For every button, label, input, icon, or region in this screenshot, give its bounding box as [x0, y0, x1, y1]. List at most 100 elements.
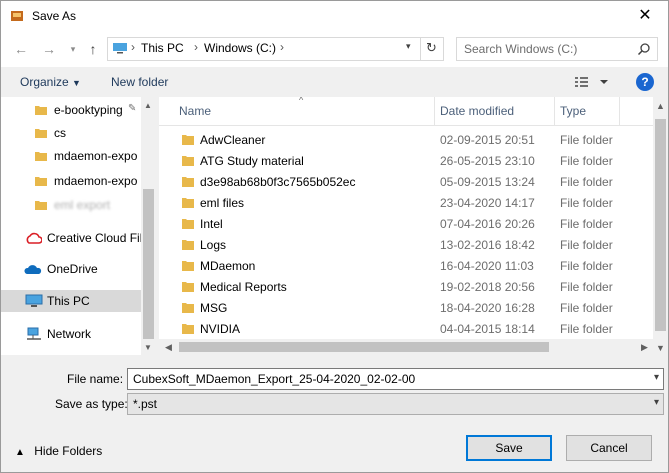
onedrive-icon [24, 265, 42, 274]
address-dropdown-icon[interactable]: ▾ [406, 41, 411, 52]
nav-item-label: Network [47, 327, 92, 341]
file-list-hscrollbar[interactable]: ◀ ▶ [159, 339, 653, 355]
scroll-right-icon[interactable]: ▶ [641, 342, 648, 353]
breadcrumb-separator-icon: › [194, 40, 198, 54]
forward-button[interactable]: → [39, 39, 59, 59]
nav-item-mdaemon-export-2[interactable]: mdaemon-expo [1, 170, 141, 192]
column-divider[interactable] [619, 97, 620, 125]
nav-item-label: This PC [47, 294, 90, 308]
chevron-down-icon[interactable]: ▾ [654, 397, 659, 408]
nav-scroll-thumb[interactable] [143, 189, 154, 339]
up-button[interactable]: ↑ [83, 39, 103, 59]
nav-item-network[interactable]: Network [1, 323, 141, 345]
table-row[interactable]: ATG Study material 26-05-2015 23:10 File f… [159, 150, 653, 171]
save-as-type-select[interactable]: *.pst ▾ [127, 393, 664, 415]
table-row[interactable]: NVIDIA 04-04-2015 18:14 File folder [159, 318, 653, 339]
folder-icon [35, 152, 47, 161]
table-row[interactable]: Logs 13-02-2016 18:42 File folder [159, 234, 653, 255]
nav-item-eml-export[interactable]: eml export [1, 194, 141, 216]
column-date-modified[interactable]: Date modified [440, 104, 514, 118]
file-name-cell: d3e98ab68b0f3c7565b052ec [200, 175, 356, 189]
search-box[interactable]: Search Windows (C:) [456, 37, 658, 61]
arrow-up-icon: ↑ [89, 41, 97, 57]
breadcrumb-this-pc[interactable]: This PC [141, 41, 184, 55]
table-row[interactable]: MSG 18-04-2020 16:28 File folder [159, 297, 653, 318]
table-row[interactable]: eml files 23-04-2020 14:17 File folder [159, 192, 653, 213]
column-name[interactable]: Name [179, 104, 211, 118]
nav-item-mdaemon-export-1[interactable]: mdaemon-expo [1, 145, 141, 167]
new-folder-button[interactable]: New folder [111, 75, 168, 89]
computer-icon [25, 294, 43, 307]
type-cell: File folder [560, 175, 613, 189]
save-as-type-value: *.pst [133, 397, 158, 411]
scroll-up-icon[interactable]: ▲ [144, 101, 152, 110]
type-cell: File folder [560, 322, 613, 336]
table-row[interactable]: Medical Reports 19-02-2018 20:56 File fold… [159, 276, 653, 297]
date-modified-cell: 18-04-2020 16:28 [440, 301, 535, 315]
folder-icon [35, 177, 47, 186]
breadcrumb-separator-icon: › [280, 40, 284, 54]
chevron-down-icon[interactable]: ▾ [654, 372, 659, 383]
window-title: Save As [32, 9, 77, 23]
breadcrumb-windows-c[interactable]: Windows (C:) [204, 41, 276, 55]
nav-item-creative-cloud[interactable]: Creative Cloud Fil [1, 227, 141, 249]
nav-item-label: e-booktyping [54, 103, 123, 117]
file-list-scrollbar[interactable]: ▲ ▼ [653, 97, 668, 355]
hscroll-thumb[interactable] [179, 342, 549, 352]
hide-folders-button[interactable]: ▲ Hide Folders [15, 444, 102, 458]
folder-icon [182, 240, 194, 250]
column-divider[interactable] [554, 97, 555, 125]
scroll-up-icon[interactable]: ▲ [656, 101, 665, 111]
file-name-cell: eml files [200, 196, 245, 210]
column-header: ^ Name Date modified Type [159, 97, 653, 126]
scroll-left-icon[interactable]: ◀ [165, 342, 172, 353]
date-modified-cell: 13-02-2016 18:42 [440, 238, 535, 252]
file-name-label: File name: [67, 372, 124, 386]
table-row[interactable]: Intel 07-04-2016 20:26 File folder [159, 213, 653, 234]
date-modified-cell: 26-05-2015 23:10 [440, 154, 535, 168]
recent-locations-button[interactable]: ▾ [63, 39, 83, 59]
nav-pane-scrollbar[interactable]: ▲ ▼ [141, 97, 156, 355]
table-row[interactable]: MDaemon 16-04-2020 11:03 File folder [159, 255, 653, 276]
type-cell: File folder [560, 133, 613, 147]
file-scroll-thumb[interactable] [655, 119, 666, 331]
file-name-cell: Logs [200, 238, 227, 252]
search-icon[interactable] [637, 42, 651, 56]
save-button[interactable]: Save [466, 435, 552, 461]
scroll-down-icon[interactable]: ▼ [144, 343, 152, 352]
folder-icon [182, 135, 194, 145]
type-cell: File folder [560, 259, 613, 273]
close-button[interactable]: ✕ [622, 1, 668, 31]
organize-label: Organize [20, 75, 69, 89]
cancel-button[interactable]: Cancel [566, 435, 652, 461]
column-type[interactable]: Type [560, 104, 586, 118]
date-modified-cell: 05-09-2015 13:24 [440, 175, 535, 189]
date-modified-cell: 07-04-2016 20:26 [440, 217, 535, 231]
close-icon: ✕ [638, 7, 652, 24]
help-button[interactable]: ? [636, 73, 654, 91]
nav-item-e-booktyping[interactable]: e-booktyping ✎ [1, 99, 141, 121]
column-divider[interactable] [434, 97, 435, 125]
pin-icon[interactable]: ✎ [128, 103, 136, 114]
back-button[interactable]: ← [11, 39, 31, 59]
date-modified-cell: 02-09-2015 20:51 [440, 133, 535, 147]
refresh-icon[interactable]: ↻ [426, 40, 437, 56]
type-cell: File folder [560, 217, 613, 231]
date-modified-cell: 23-04-2020 14:17 [440, 196, 535, 210]
file-name-cell: ATG Study material [200, 154, 304, 168]
table-row[interactable]: AdwCleaner 02-09-2015 20:51 File folder [159, 129, 653, 150]
view-options-icon[interactable] [573, 73, 613, 91]
file-name-cell: Medical Reports [200, 280, 287, 294]
organize-button[interactable]: Organize ▼ [20, 75, 81, 89]
type-cell: File folder [560, 280, 613, 294]
nav-item-cs[interactable]: cs [1, 122, 141, 144]
type-cell: File folder [560, 154, 613, 168]
address-bar[interactable]: › This PC › Windows (C:) › ▾ ↻ [107, 37, 444, 61]
hide-folders-label: Hide Folders [34, 444, 103, 458]
scroll-down-icon[interactable]: ▼ [656, 343, 665, 353]
table-row[interactable]: d3e98ab68b0f3c7565b052ec 05-09-2015 13:24… [159, 171, 653, 192]
nav-item-this-pc[interactable]: This PC [1, 290, 141, 312]
folder-icon [182, 177, 194, 187]
file-name-input[interactable]: CubexSoft_MDaemon_Export_25-04-2020_02-0… [127, 368, 664, 390]
nav-item-onedrive[interactable]: OneDrive [1, 258, 141, 280]
